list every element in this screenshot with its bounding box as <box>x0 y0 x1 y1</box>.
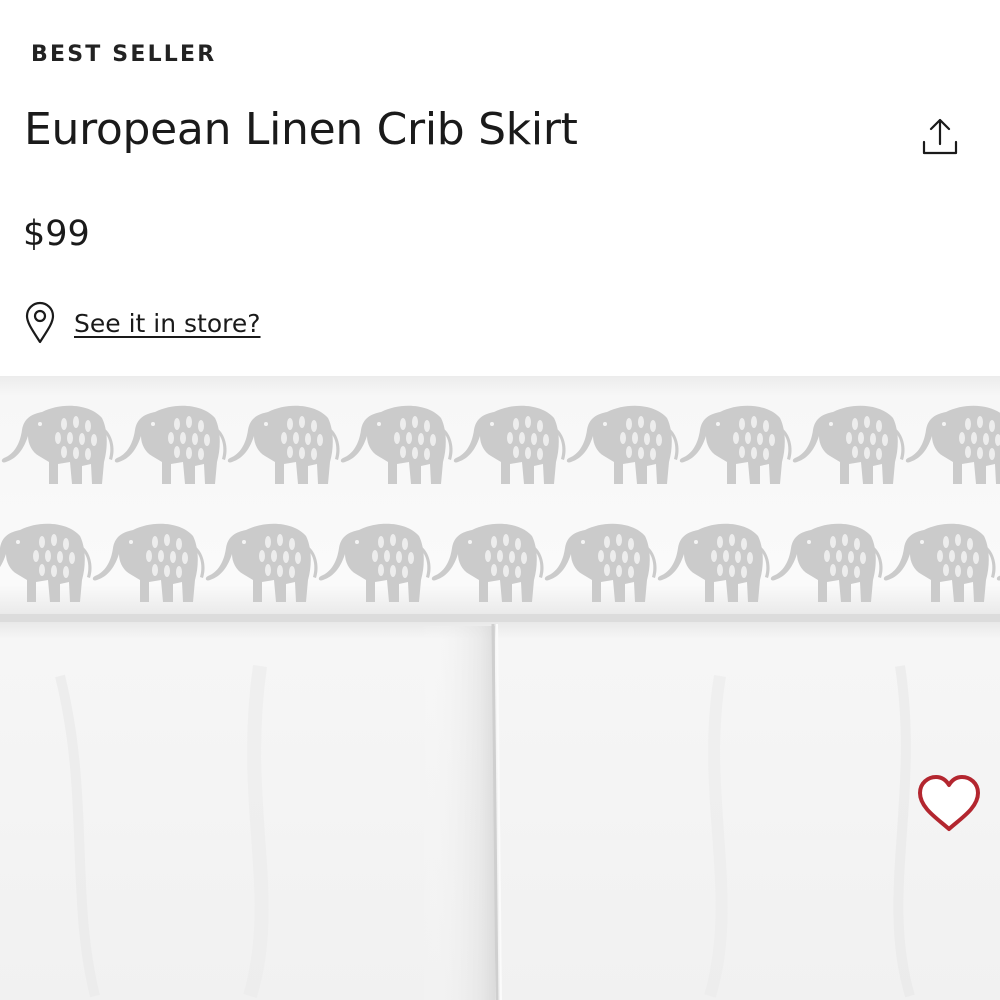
see-in-store-link[interactable]: See it in store? <box>74 309 261 338</box>
product-image[interactable] <box>0 376 1000 1000</box>
share-button[interactable] <box>920 116 960 160</box>
product-price: $99 <box>23 214 90 254</box>
best-seller-badge: BEST SELLER <box>31 42 217 67</box>
favorite-button[interactable] <box>916 774 982 834</box>
store-availability: See it in store? <box>24 298 261 348</box>
location-pin-icon <box>25 301 55 344</box>
share-icon <box>922 118 958 155</box>
heart-icon <box>918 775 980 831</box>
product-title: European Linen Crib Skirt <box>24 104 578 155</box>
